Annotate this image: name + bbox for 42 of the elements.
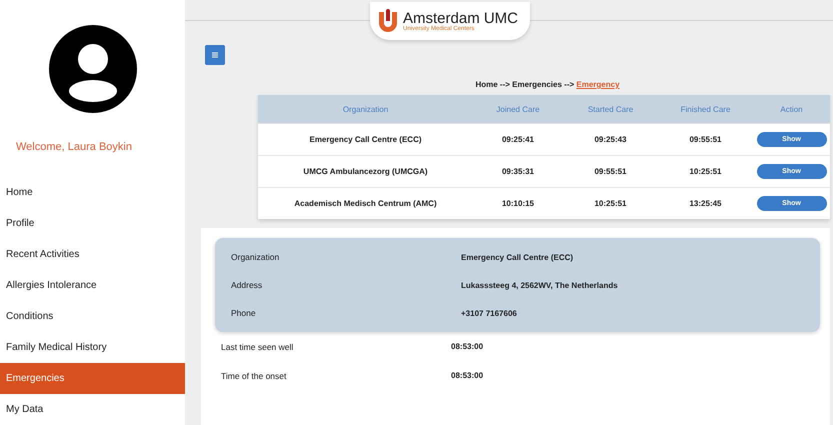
table-cell-text: UMCG Ambulancezorg (UMCGA) [302, 167, 429, 176]
table-cell-text: 10:25:51 [688, 167, 723, 176]
avatar-icon [48, 24, 138, 114]
field-label: Address [231, 280, 264, 290]
column-header: Started Care [586, 104, 634, 114]
table-cell-text: 10:10:15 [500, 199, 536, 208]
table-cell-text: 09:55:51 [688, 135, 723, 144]
table-cell-text: Emergency Call Centre (ECC) [308, 135, 423, 144]
table-cell-text: 09:55:51 [593, 167, 628, 176]
column-header: Finished Care [680, 104, 732, 114]
sidebar-item[interactable]: Emergencies [0, 363, 185, 394]
sidebar-item[interactable]: My Data [0, 394, 185, 425]
field-value: 08:53:00 [451, 342, 484, 351]
field-value: Lukasssteeg 4, 2562WV, The Netherlands [461, 280, 619, 290]
column-header: Action [779, 104, 804, 114]
logo-icon [378, 9, 398, 33]
table-cell-text: 13:25:45 [688, 199, 723, 208]
sidebar-item[interactable]: Conditions [0, 301, 185, 332]
field-label: Time of the onset [221, 370, 288, 380]
field-label: Last time seen well [221, 342, 294, 352]
menu-icon [212, 52, 218, 58]
sidebar-item[interactable]: Profile [0, 208, 185, 239]
table-cell-text: 09:35:31 [500, 167, 536, 176]
breadcrumb: Home --> Emergencies --> Emergency [474, 80, 621, 89]
logo-name: Amsterdam UMC [403, 10, 518, 26]
table-cell-text: 09:25:43 [593, 135, 628, 144]
column-header: Organization [342, 104, 390, 114]
field-value: 08:53:00 [451, 371, 484, 380]
table-cell-text: 10:25:51 [593, 199, 628, 208]
welcome-text: Welcome, Laura Boykin [15, 140, 133, 155]
sidebar-item[interactable]: Home [0, 177, 185, 208]
table-cell-text: Academisch Medisch Centrum (AMC) [293, 199, 438, 208]
sidebar-item[interactable]: Recent Activities [0, 239, 185, 270]
field-value: Emergency Call Centre (ECC) [461, 252, 574, 262]
column-header: Joined Care [495, 104, 541, 114]
table-cell-text: 09:25:41 [500, 135, 536, 144]
field-value: +3107 7167606 [461, 308, 518, 318]
sidebar-item[interactable]: Allergies Intolerance [0, 270, 185, 301]
field-label: Phone [231, 308, 257, 318]
sidebar-item[interactable]: Family Medical History [0, 332, 185, 363]
field-label: Organization [231, 252, 280, 262]
menu-toggle-button[interactable] [205, 45, 225, 65]
